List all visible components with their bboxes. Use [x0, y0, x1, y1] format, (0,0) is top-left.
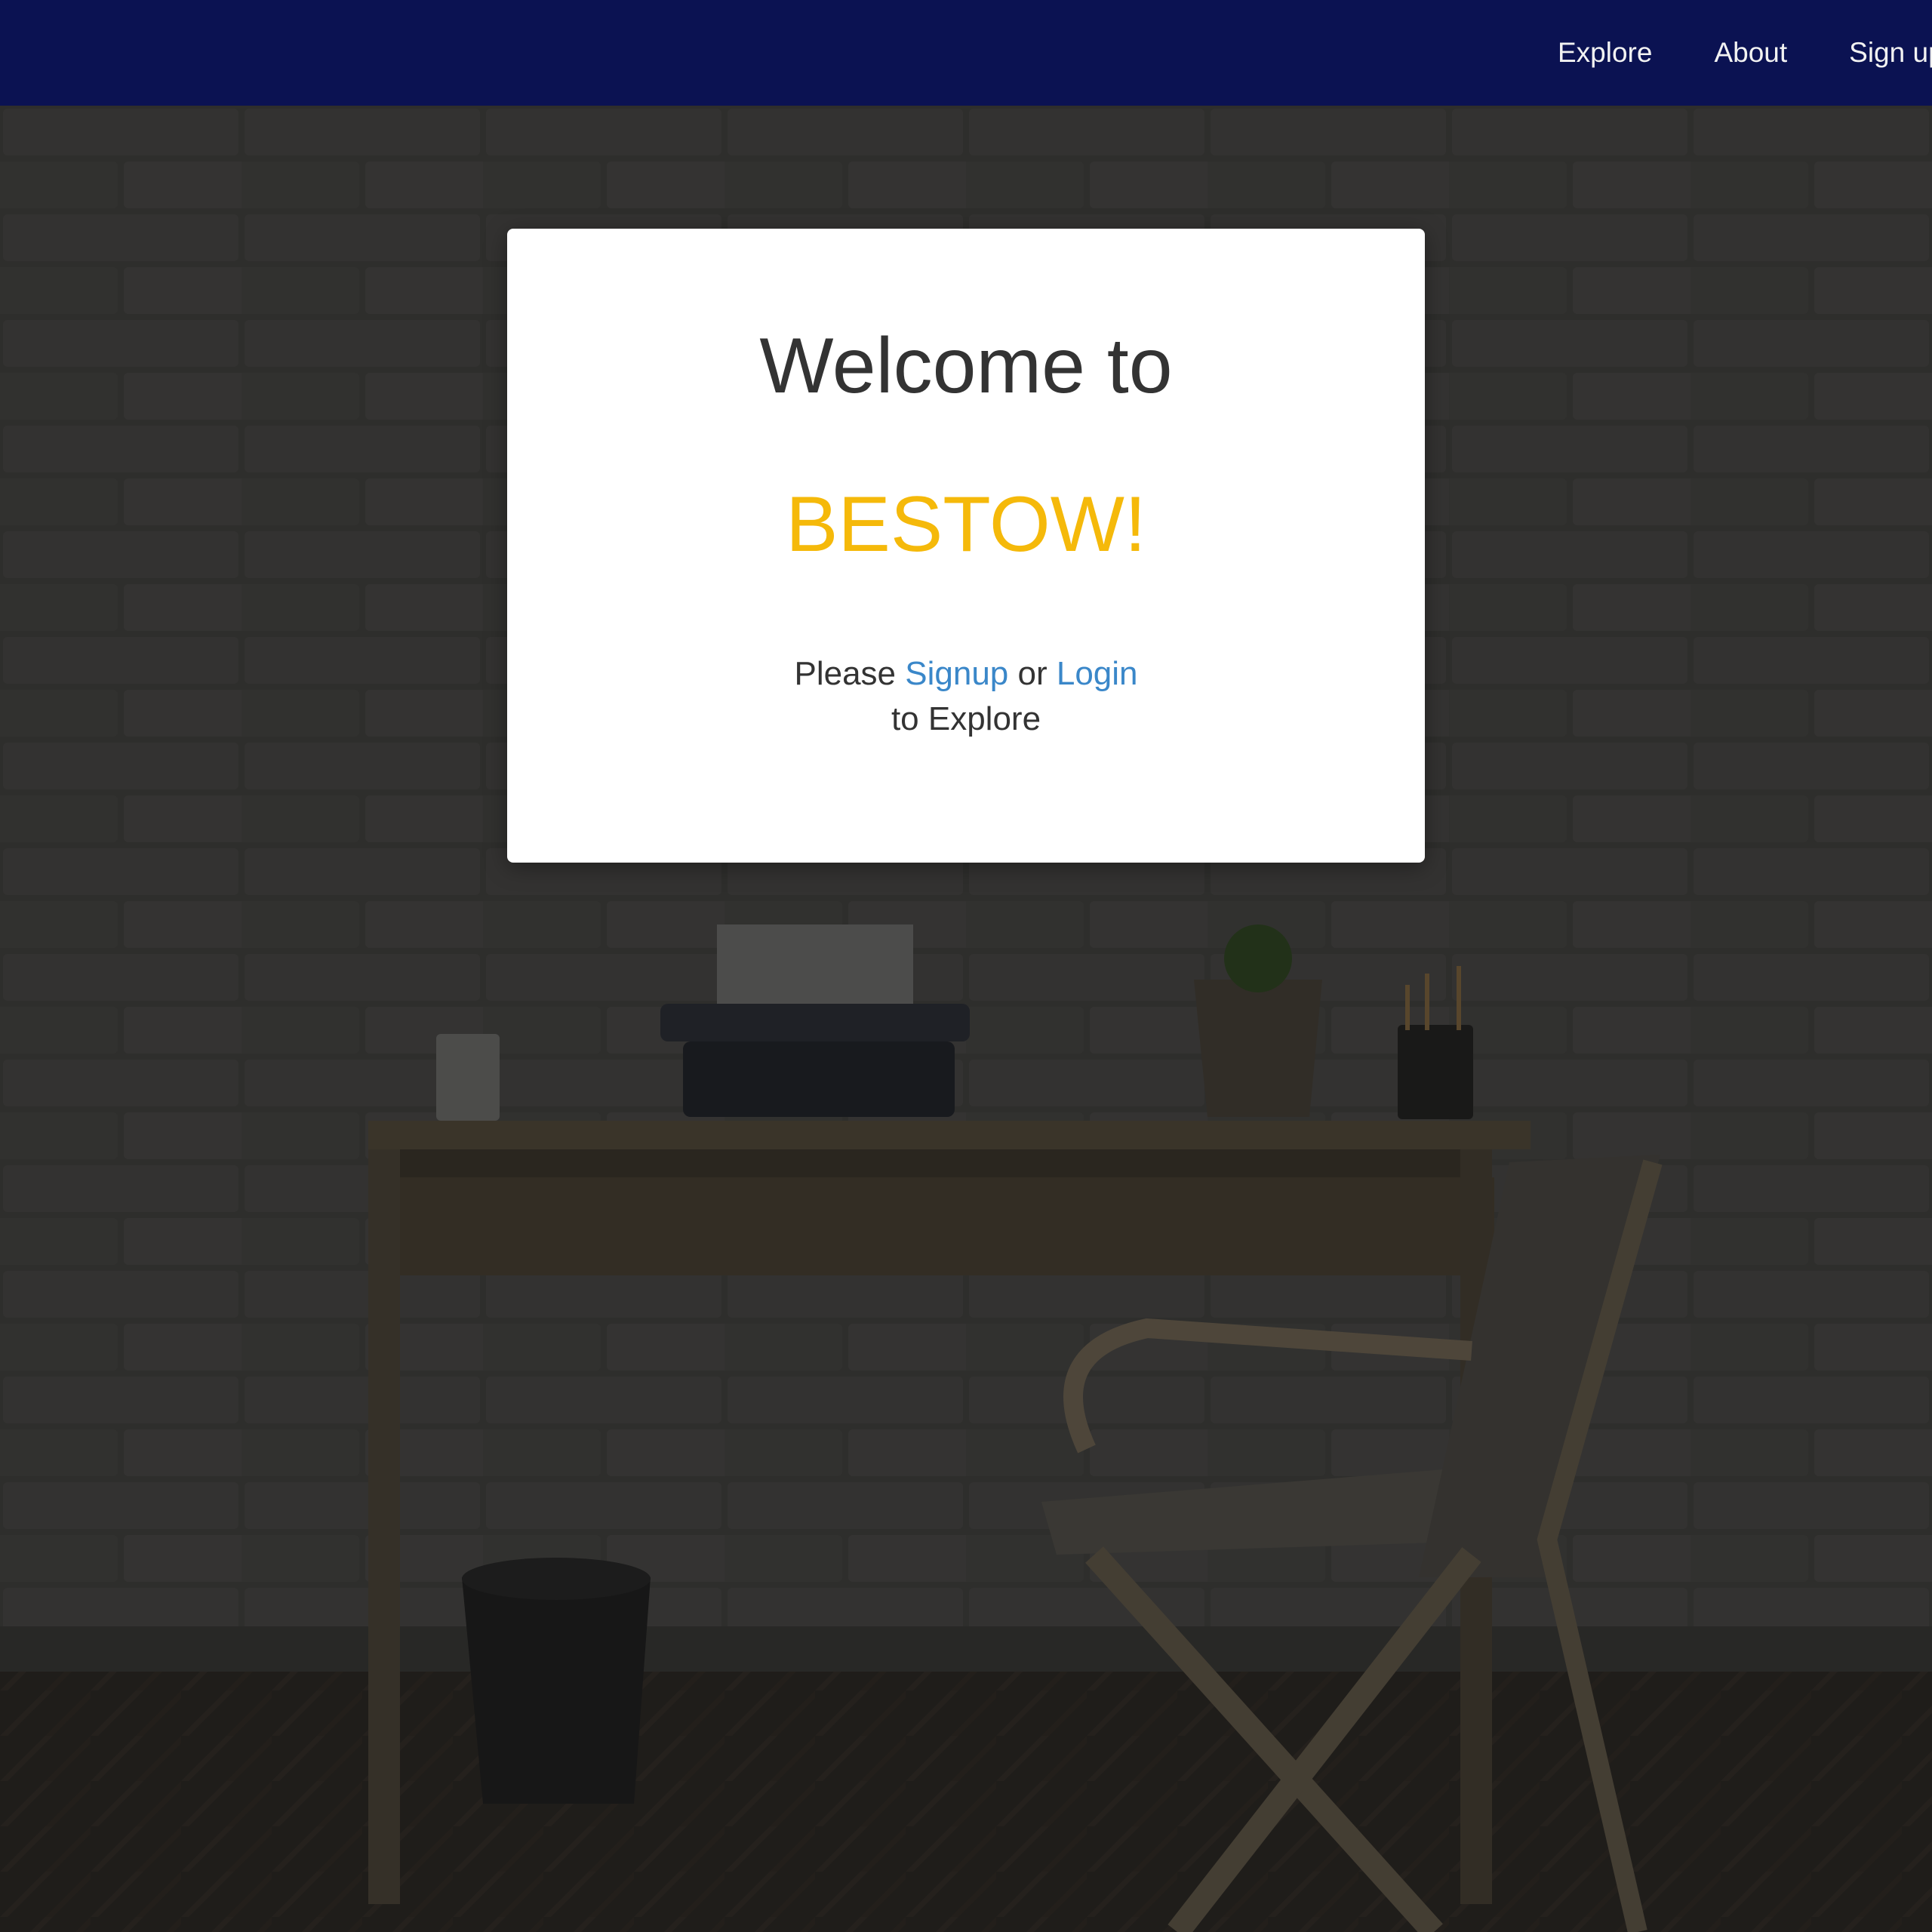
welcome-modal: Welcome to BESTOW! Please Signup or Logi…	[507, 229, 1425, 863]
welcome-heading: Welcome to	[759, 322, 1173, 410]
nav-link-about[interactable]: About	[1714, 37, 1787, 69]
signup-link[interactable]: Signup	[905, 655, 1008, 692]
top-navbar: Explore About Sign up	[0, 0, 1932, 106]
prompt-text-explore: to Explore	[891, 700, 1041, 737]
page: Explore About Sign up Welcome to BESTOW!…	[0, 0, 1932, 1932]
nav-link-signup[interactable]: Sign up	[1849, 37, 1932, 69]
prompt-text-please: Please	[794, 655, 897, 692]
nav-link-explore[interactable]: Explore	[1558, 37, 1652, 69]
login-link[interactable]: Login	[1057, 655, 1138, 692]
brand-title: BESTOW!	[786, 481, 1146, 568]
auth-prompt: Please Signup or Login to Explore	[507, 651, 1425, 742]
prompt-text-or: or	[1017, 655, 1048, 692]
nav-links: Explore About Sign up	[1558, 0, 1932, 106]
